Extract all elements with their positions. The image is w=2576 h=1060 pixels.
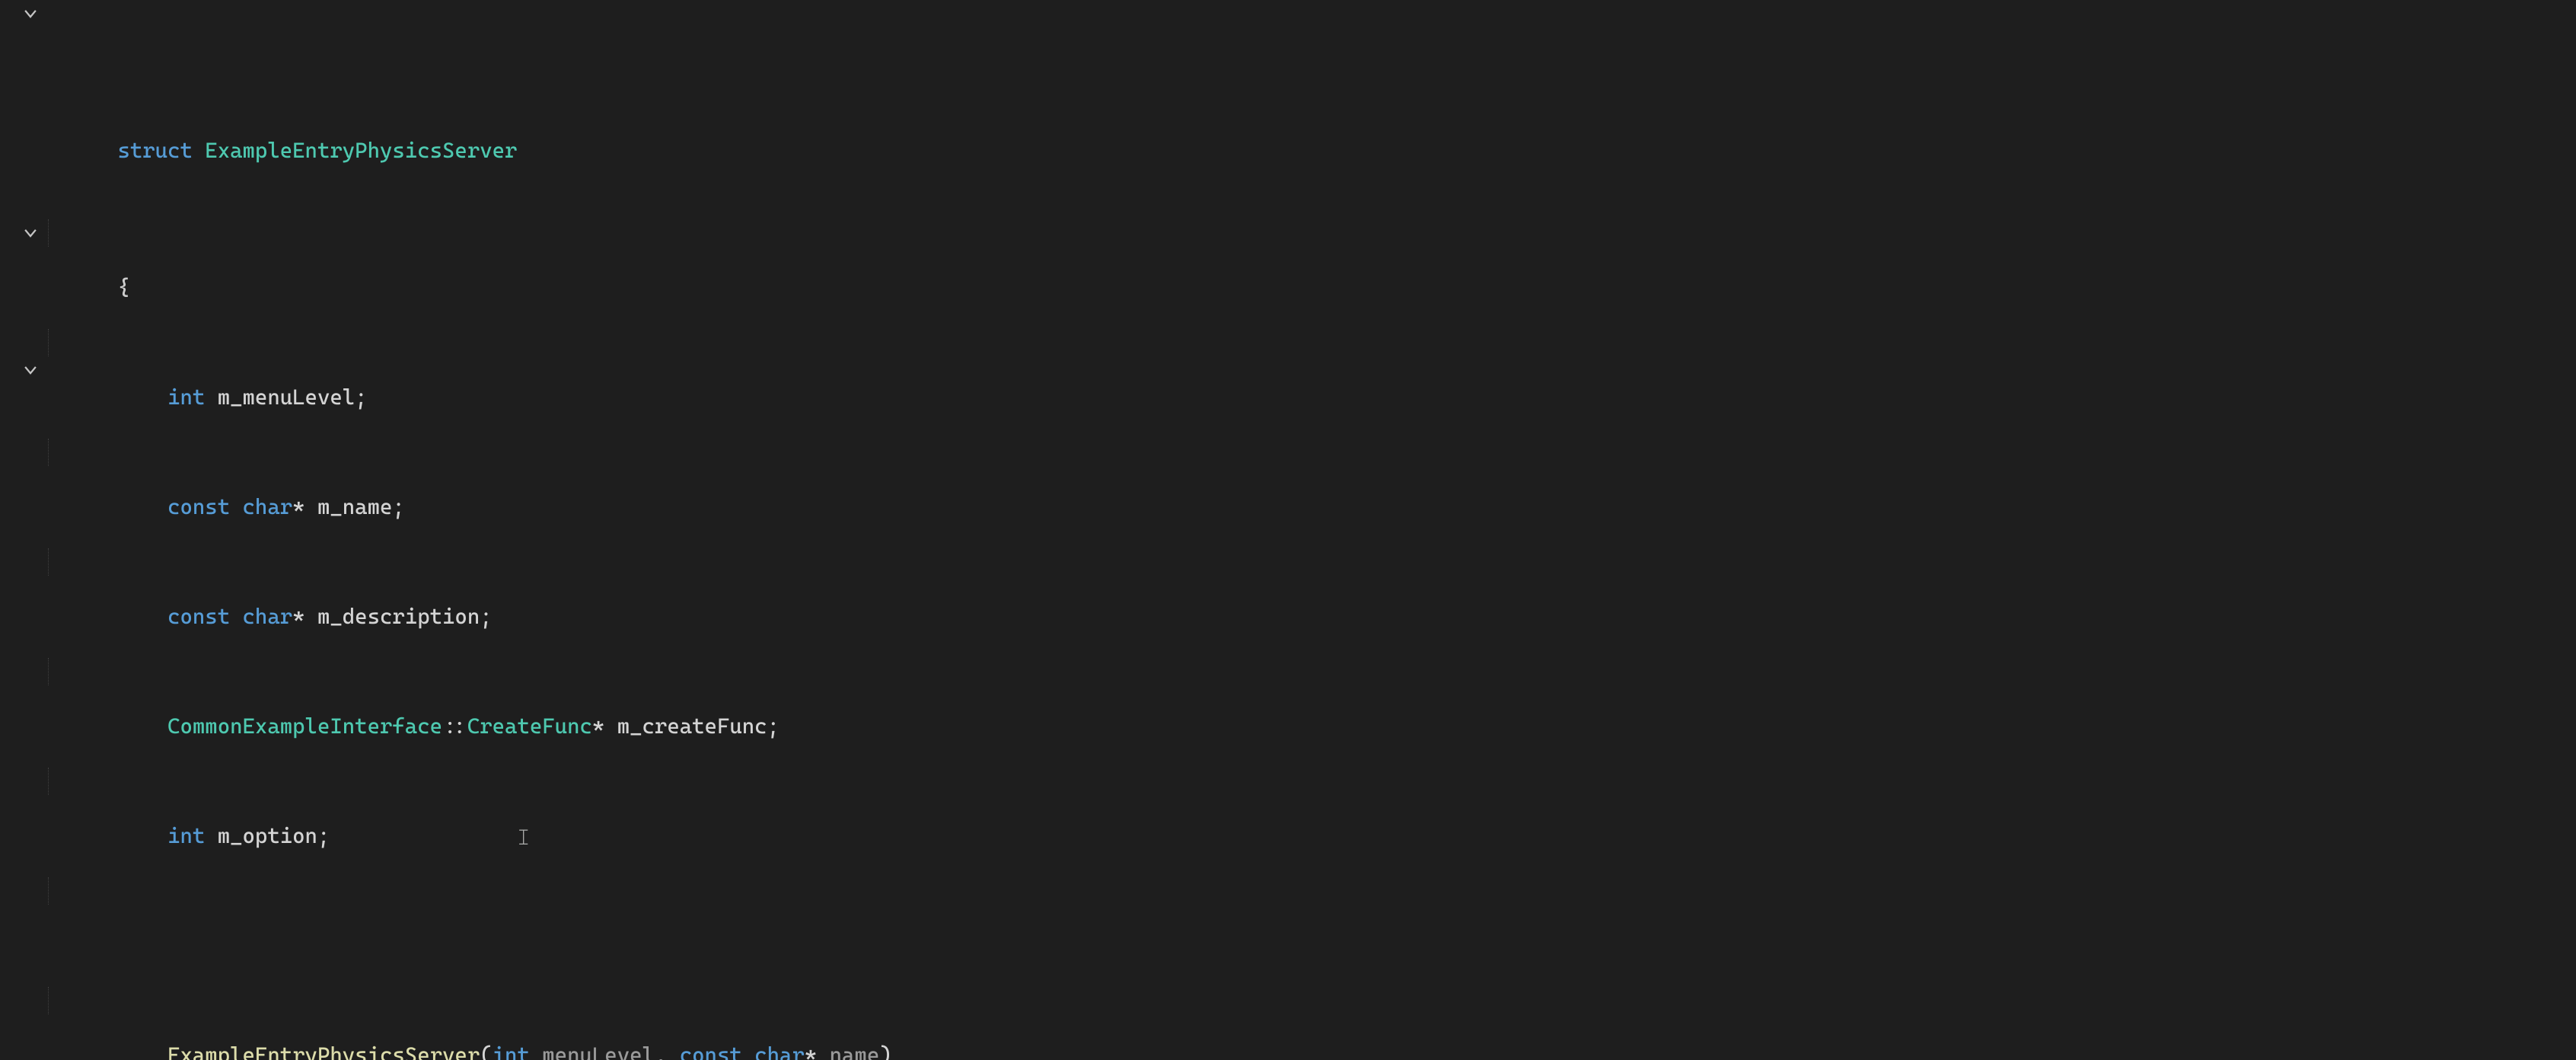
param: name <box>830 1042 880 1060</box>
keyword-const: const <box>167 494 230 519</box>
member: m_createFunc <box>617 714 767 739</box>
code-line[interactable]: const char* m_description; <box>43 548 2576 576</box>
keyword-const: const <box>167 604 230 629</box>
type-name: CreateFunc <box>467 714 592 739</box>
fold-gutter <box>0 0 43 1060</box>
keyword-char: char <box>243 604 293 629</box>
code-area[interactable]: struct ExampleEntryPhysicsServer { int m… <box>43 0 2576 1060</box>
fold-toggle[interactable] <box>21 0 40 27</box>
chevron-down-icon <box>22 5 39 22</box>
member: m_name <box>317 494 392 519</box>
code-line[interactable]: struct ExampleEntryPhysicsServer <box>43 110 2576 137</box>
code-line[interactable]: const char* m_name; <box>43 439 2576 466</box>
type-name: CommonExampleInterface <box>167 714 442 739</box>
star: * <box>292 604 304 629</box>
code-line[interactable]: int m_menuLevel; <box>43 329 2576 356</box>
keyword-char: char <box>243 494 293 519</box>
member: m_description <box>317 604 480 629</box>
fold-toggle[interactable] <box>21 356 40 384</box>
keyword-struct: struct <box>117 138 192 163</box>
constructor: ExampleEntryPhysicsServer <box>167 1042 480 1060</box>
type-name: ExampleEntryPhysicsServer <box>205 138 517 163</box>
chevron-down-icon <box>22 362 39 378</box>
member: m_menuLevel <box>218 385 355 410</box>
star: * <box>805 1042 817 1060</box>
code-editor[interactable]: struct ExampleEntryPhysicsServer { int m… <box>0 0 2576 1060</box>
param: menuLevel <box>542 1042 655 1060</box>
chevron-down-icon <box>22 225 39 241</box>
scope-op: :: <box>442 714 467 739</box>
code-line[interactable]: int m_option; I <box>43 768 2576 795</box>
semicolon: ; <box>317 823 330 848</box>
keyword-char: char <box>754 1042 805 1060</box>
brace-open: { <box>117 275 129 300</box>
code-line[interactable]: CommonExampleInterface::CreateFunc* m_cr… <box>43 658 2576 685</box>
keyword-int: int <box>167 385 205 410</box>
semicolon: ; <box>480 604 492 629</box>
comma: , <box>655 1042 667 1060</box>
code-line[interactable]: { <box>43 219 2576 247</box>
paren-open: ( <box>480 1042 492 1060</box>
text-cursor: I <box>517 824 529 851</box>
member: m_option <box>218 823 317 848</box>
semicolon: ; <box>392 494 404 519</box>
star: * <box>592 714 604 739</box>
semicolon: ; <box>767 714 779 739</box>
semicolon: ; <box>355 385 367 410</box>
paren-close: ) <box>879 1042 891 1060</box>
fold-toggle[interactable] <box>21 219 40 247</box>
star: * <box>292 494 304 519</box>
keyword-int: int <box>167 823 205 848</box>
code-line[interactable]: ExampleEntryPhysicsServer(int menuLevel,… <box>43 987 2576 1014</box>
code-line[interactable] <box>43 877 2576 905</box>
keyword-const: const <box>680 1042 742 1060</box>
keyword-int: int <box>493 1042 530 1060</box>
